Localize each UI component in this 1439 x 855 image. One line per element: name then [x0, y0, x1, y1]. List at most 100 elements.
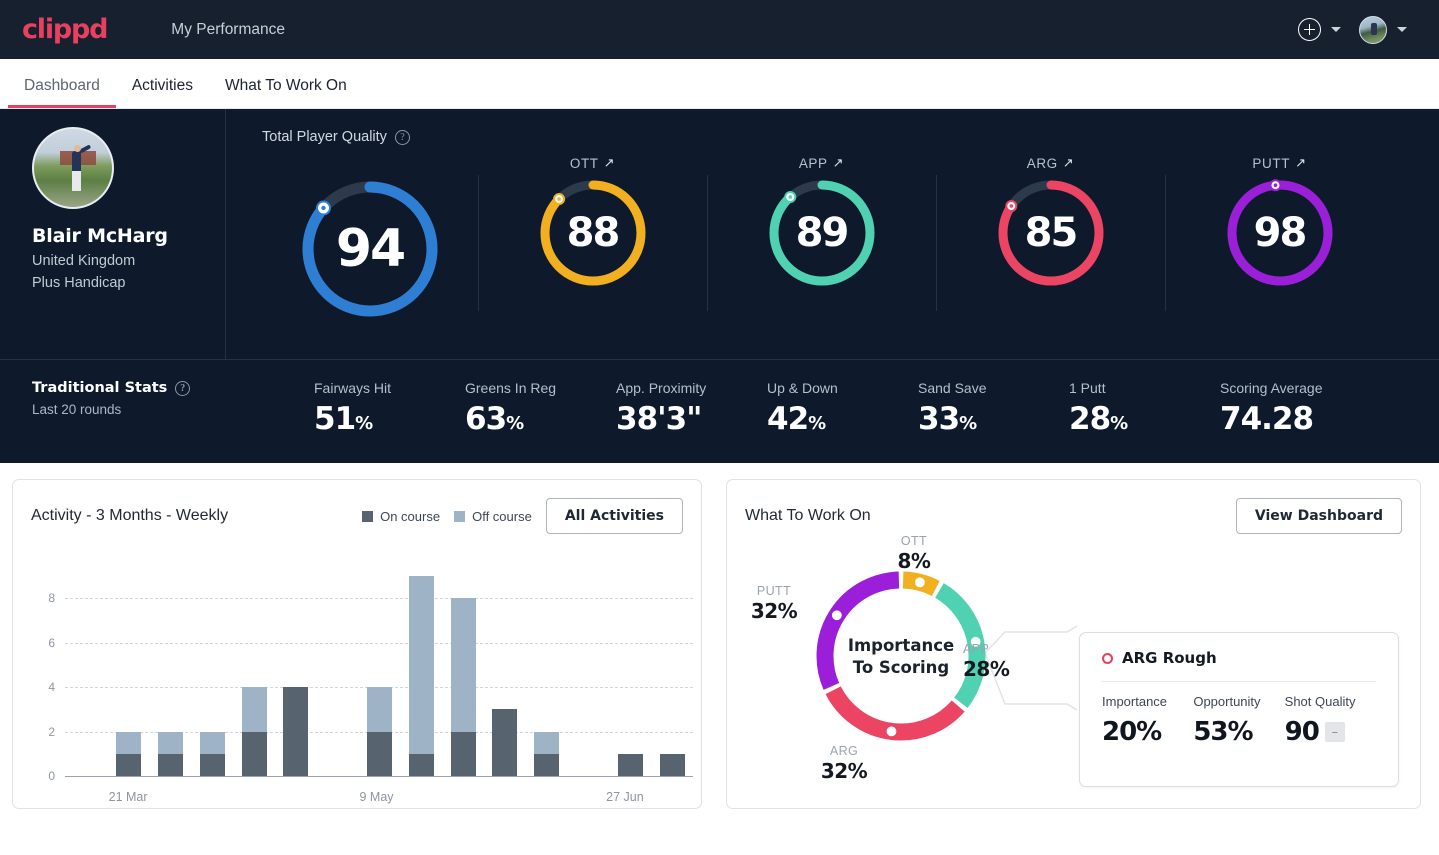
- detail-importance: Importance 20%: [1102, 694, 1168, 747]
- traditional-stats-title: Traditional Stats: [32, 380, 168, 396]
- plus-circle-icon[interactable]: [1298, 18, 1321, 41]
- bar-slot[interactable]: [609, 753, 651, 776]
- all-activities-button[interactable]: All Activities: [545, 498, 683, 534]
- stat-app-proximity: App. Proximity 38'3": [616, 380, 767, 437]
- bar-segment-on-course: [450, 731, 476, 776]
- trend-up-icon: ↗: [832, 155, 845, 170]
- detail-card-title: ARG Rough: [1122, 649, 1217, 667]
- detail-value: 20%: [1102, 717, 1162, 747]
- stat-up-and-down: Up & Down 42%: [767, 380, 918, 437]
- stat-sand-save: Sand Save 33%: [918, 380, 1069, 437]
- question-circle-icon[interactable]: ?: [175, 380, 191, 396]
- donut-label-app: APP 28%: [963, 642, 1010, 681]
- bottom-panels: Activity - 3 Months - Weekly On course O…: [0, 463, 1439, 809]
- legend-swatch-off-course: [454, 510, 466, 522]
- tab-activities[interactable]: Activities: [116, 77, 209, 108]
- trend-chip: –: [1324, 722, 1345, 742]
- wtwo-card-title: What To Work On: [745, 507, 871, 524]
- gauge-value: 88: [566, 210, 621, 256]
- top-bar: clippd My Performance: [0, 0, 1439, 59]
- main-tabs: Dashboard Activities What To Work On: [0, 59, 1439, 109]
- app-logo[interactable]: clippd: [22, 14, 109, 45]
- stat-label: 1 Putt: [1069, 380, 1106, 396]
- legend-label: On course: [380, 508, 441, 524]
- bar-segment-off-course: [199, 731, 225, 754]
- stat-greens-in-reg: Greens In Reg 63%: [465, 380, 616, 437]
- stat-label: Up & Down: [767, 380, 838, 396]
- bar-group: [66, 576, 693, 776]
- activity-legend: On course Off course: [362, 509, 532, 524]
- traditional-stats-header: Traditional Stats ? Last 20 rounds: [32, 380, 314, 417]
- page-title: My Performance: [171, 20, 285, 38]
- stat-value: 38'3": [616, 401, 702, 437]
- bar-segment-off-course: [116, 731, 142, 754]
- avatar[interactable]: [1359, 15, 1387, 44]
- legend-off-course: Off course: [454, 509, 532, 524]
- chevron-down-icon[interactable]: [1397, 27, 1407, 32]
- tab-dashboard[interactable]: Dashboard: [8, 77, 116, 108]
- x-axis-line: [65, 776, 693, 777]
- detail-opportunity: Opportunity 53%: [1193, 694, 1261, 747]
- gauge-title: OTT ↗: [569, 155, 616, 171]
- gauge-value: 98: [1253, 210, 1308, 256]
- bar-slot[interactable]: [442, 598, 484, 776]
- bar-segment-on-course: [283, 687, 309, 776]
- bar-segment-on-course: [157, 753, 183, 776]
- bar-segment-on-course: [617, 753, 643, 776]
- bar-segment-on-course: [492, 709, 518, 776]
- bar-segment-off-course: [534, 731, 560, 754]
- trend-up-icon: ↗: [1062, 155, 1075, 170]
- bar-segment-on-course: [408, 753, 434, 776]
- stat-label: App. Proximity: [616, 380, 707, 396]
- view-dashboard-button[interactable]: View Dashboard: [1235, 498, 1402, 534]
- stat-scoring-average: Scoring Average 74.28: [1220, 380, 1376, 437]
- stat-label: Greens In Reg: [465, 380, 557, 396]
- legend-on-course: On course: [362, 509, 440, 524]
- gauge-value: 89: [795, 210, 850, 256]
- chevron-down-icon[interactable]: [1331, 27, 1341, 32]
- stat-value: 28%: [1069, 401, 1128, 437]
- stat-value: 33%: [918, 401, 977, 437]
- legend-label: Off course: [472, 508, 532, 524]
- player-handicap: Plus Handicap: [32, 275, 126, 291]
- bar-segment-on-course: [116, 753, 142, 776]
- bar-slot[interactable]: [651, 753, 693, 776]
- question-circle-icon[interactable]: ?: [394, 129, 410, 145]
- bar-segment-on-course: [366, 731, 392, 776]
- x-axis-tick: 21 Mar: [108, 790, 148, 804]
- x-axis-tick: 27 Jun: [606, 790, 644, 804]
- bar-slot[interactable]: [359, 687, 401, 776]
- bar-slot[interactable]: [526, 731, 568, 776]
- bar-slot[interactable]: [484, 709, 526, 776]
- donut-center-line1: Importance: [847, 635, 955, 655]
- bar-slot[interactable]: [150, 731, 192, 776]
- bar-slot[interactable]: [108, 731, 150, 776]
- y-axis-tick: 6: [48, 635, 55, 650]
- player-country: United Kingdom: [32, 253, 136, 269]
- bar-segment-on-course: [199, 753, 225, 776]
- stat-fairways-hit: Fairways Hit 51%: [314, 380, 465, 437]
- gauge-row: 94 OTT ↗ 88 APP ↗ 89 ARG ↗ 85 PUTT ↗ 98: [262, 155, 1439, 322]
- stat-label: Fairways Hit: [314, 380, 392, 396]
- donut-label-ott: OTT 8%: [897, 534, 931, 573]
- stat-1-putt: 1 Putt 28%: [1069, 380, 1220, 437]
- stat-label: Sand Save: [918, 380, 987, 396]
- bar-slot[interactable]: [400, 576, 442, 776]
- tab-what-to-work-on[interactable]: What To Work On: [209, 77, 363, 108]
- detail-card: ARG Rough Importance 20% Opportunity 53%…: [1079, 632, 1399, 787]
- bar-segment-off-course: [241, 687, 267, 732]
- gauge-app: APP ↗ 89: [707, 155, 936, 311]
- traditional-stats-subtitle: Last 20 rounds: [32, 402, 122, 417]
- gauge-arg: ARG ↗ 85: [936, 155, 1165, 311]
- bar-segment-off-course: [366, 687, 392, 732]
- activity-bar-chart: 0 2 4 6 8 21 Mar 9 May 27 Jun: [13, 556, 701, 804]
- gauge-ott: OTT ↗ 88: [478, 155, 707, 311]
- gauge-title: APP ↗: [798, 155, 845, 171]
- stat-label: Scoring Average: [1220, 380, 1323, 396]
- bar-slot[interactable]: [275, 687, 317, 776]
- detail-value: 53%: [1193, 717, 1253, 747]
- bar-slot[interactable]: [191, 731, 233, 776]
- bar-segment-off-course: [157, 731, 183, 754]
- bar-segment-off-course: [450, 598, 476, 732]
- bar-slot[interactable]: [233, 687, 275, 776]
